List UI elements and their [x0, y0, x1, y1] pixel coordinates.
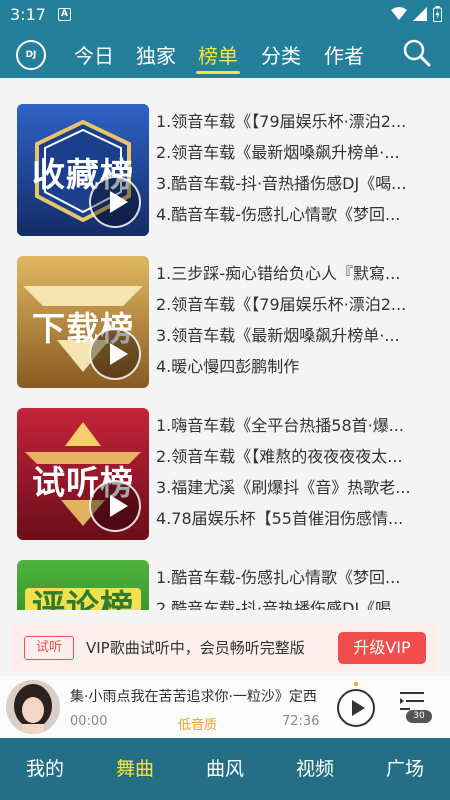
active-tab-indicator: [196, 71, 240, 74]
track-item[interactable]: 2.领音车载《最新烟嗓飙升榜单·...: [156, 137, 436, 168]
play-chart-button[interactable]: [89, 328, 141, 380]
playlist-count-badge: 30: [406, 710, 432, 723]
bottom-nav-video[interactable]: 视频: [270, 738, 360, 800]
track-item[interactable]: 2.领音车载《【79届娱乐杯·漂泊2...: [156, 289, 436, 320]
dj-logo-icon[interactable]: DJ: [16, 40, 46, 70]
album-art-avatar[interactable]: [6, 680, 60, 734]
bottom-nav-dance[interactable]: 舞曲: [90, 738, 180, 800]
upgrade-vip-button[interactable]: 升级VIP: [338, 632, 426, 664]
tab-authors[interactable]: 作者: [324, 40, 364, 69]
system-icons: [391, 6, 442, 22]
chart-track-list: 1.嗨音车载《全平台热播58首·爆... 2.领音车载《【难熬的夜夜夜夜太...…: [156, 410, 436, 534]
track-item[interactable]: 1.领音车载《【79届娱乐杯·漂泊2...: [156, 106, 436, 137]
play-chart-button[interactable]: [89, 480, 141, 532]
track-item[interactable]: 2.酷音车载-抖·音热播伤感DJ《喝...: [156, 593, 436, 610]
current-time: 00:00: [70, 714, 108, 729]
mini-player[interactable]: 集·小雨点我在苦苦追求你·一粒沙》定西 00:00 低音质 72:36 30: [0, 676, 450, 738]
track-item[interactable]: 4.酷音车载-伤感扎心情歌《梦回...: [156, 199, 436, 230]
bottom-nav-square[interactable]: 广场: [360, 738, 450, 800]
status-bar: 3:17 A: [0, 0, 450, 30]
track-item[interactable]: 4.78届娱乐杯【55首催泪伤感情...: [156, 503, 436, 534]
vip-trial-banner: 试听 VIP歌曲试听中，会员畅听完整版 升级VIP: [12, 624, 438, 672]
chart-card-listening[interactable]: 试听榜 1.嗨音车载《全平台热播58首·爆... 2.领音车载《【难熬的夜夜夜夜…: [0, 408, 450, 548]
search-icon[interactable]: [402, 38, 432, 68]
top-nav: DJ 今日 独家 榜单 分类 作者: [0, 30, 450, 78]
chart-track-list: 1.三步踩-痴心错给负心人『默寫... 2.领音车载《【79届娱乐杯·漂泊2..…: [156, 258, 436, 382]
vip-trial-message: VIP歌曲试听中，会员畅听完整版: [86, 639, 305, 657]
chart-card-download[interactable]: 下载榜 1.三步踩-痴心错给负心人『默寫... 2.领音车载《【79届娱乐杯·漂…: [0, 256, 450, 396]
chart-track-list: 1.酷音车载-伤感扎心情歌《梦回... 2.酷音车载-抖·音热播伤感DJ《喝..…: [156, 562, 436, 610]
status-time: 3:17: [10, 5, 46, 24]
chart-card-collection[interactable]: 收藏榜 1.领音车载《【79届娱乐杯·漂泊2... 2.领音车载《最新烟嗓飙升榜…: [0, 104, 450, 244]
track-item[interactable]: 2.领音车载《【难熬的夜夜夜夜太...: [156, 441, 436, 472]
track-item[interactable]: 1.嗨音车载《全平台热播58首·爆...: [156, 410, 436, 441]
trial-badge: 试听: [24, 636, 74, 660]
cover-title-comments: 评论榜: [32, 587, 134, 610]
bottom-nav-style[interactable]: 曲风: [180, 738, 270, 800]
audio-quality-button[interactable]: 低音质: [178, 714, 217, 733]
play-button[interactable]: [337, 689, 375, 727]
bottom-nav: 我的 舞曲 曲风 视频 广场: [0, 738, 450, 800]
track-item[interactable]: 3.领音车载《最新烟嗓飙升榜单·...: [156, 320, 436, 351]
chart-cover-comments[interactable]: 评论榜: [17, 560, 149, 610]
chart-list: 收藏榜 1.领音车载《【79届娱乐杯·漂泊2... 2.领音车载《最新烟嗓飙升榜…: [0, 78, 450, 610]
total-time: 72:36: [282, 714, 320, 729]
tab-today[interactable]: 今日: [74, 40, 114, 69]
cellular-signal-icon: [413, 7, 427, 21]
track-item[interactable]: 3.福建尤溪《刷爆抖《音》热歌老...: [156, 472, 436, 503]
tab-charts[interactable]: 榜单: [198, 40, 238, 69]
track-item[interactable]: 1.三步踩-痴心错给负心人『默寫...: [156, 258, 436, 289]
progress-dot: [354, 682, 358, 686]
battery-icon: [433, 6, 442, 22]
notification-a-icon: A: [58, 8, 71, 21]
playlist-button[interactable]: 30: [398, 690, 432, 723]
play-chart-button[interactable]: [89, 176, 141, 228]
track-item[interactable]: 3.酷音车载-抖·音热播伤感DJ《喝...: [156, 168, 436, 199]
bottom-nav-mine[interactable]: 我的: [0, 738, 90, 800]
wifi-icon: [391, 7, 407, 20]
now-playing-title: 集·小雨点我在苦苦追求你·一粒沙》定西: [70, 689, 317, 705]
tab-categories[interactable]: 分类: [261, 40, 301, 69]
chart-cover-download[interactable]: 下载榜: [17, 256, 149, 388]
avatar-portrait-icon: [6, 680, 60, 734]
chart-cover-collection[interactable]: 收藏榜: [17, 104, 149, 236]
chart-cover-listening[interactable]: 试听榜: [17, 408, 149, 540]
track-item[interactable]: 4.暖心慢四彭鹏制作: [156, 351, 436, 382]
track-item[interactable]: 1.酷音车载-伤感扎心情歌《梦回...: [156, 562, 436, 593]
tab-exclusive[interactable]: 独家: [136, 40, 176, 69]
chart-card-comments[interactable]: 评论榜 1.酷音车载-伤感扎心情歌《梦回... 2.酷音车载-抖·音热播伤感DJ…: [0, 560, 450, 610]
chart-track-list: 1.领音车载《【79届娱乐杯·漂泊2... 2.领音车载《最新烟嗓飙升榜单·..…: [156, 106, 436, 230]
